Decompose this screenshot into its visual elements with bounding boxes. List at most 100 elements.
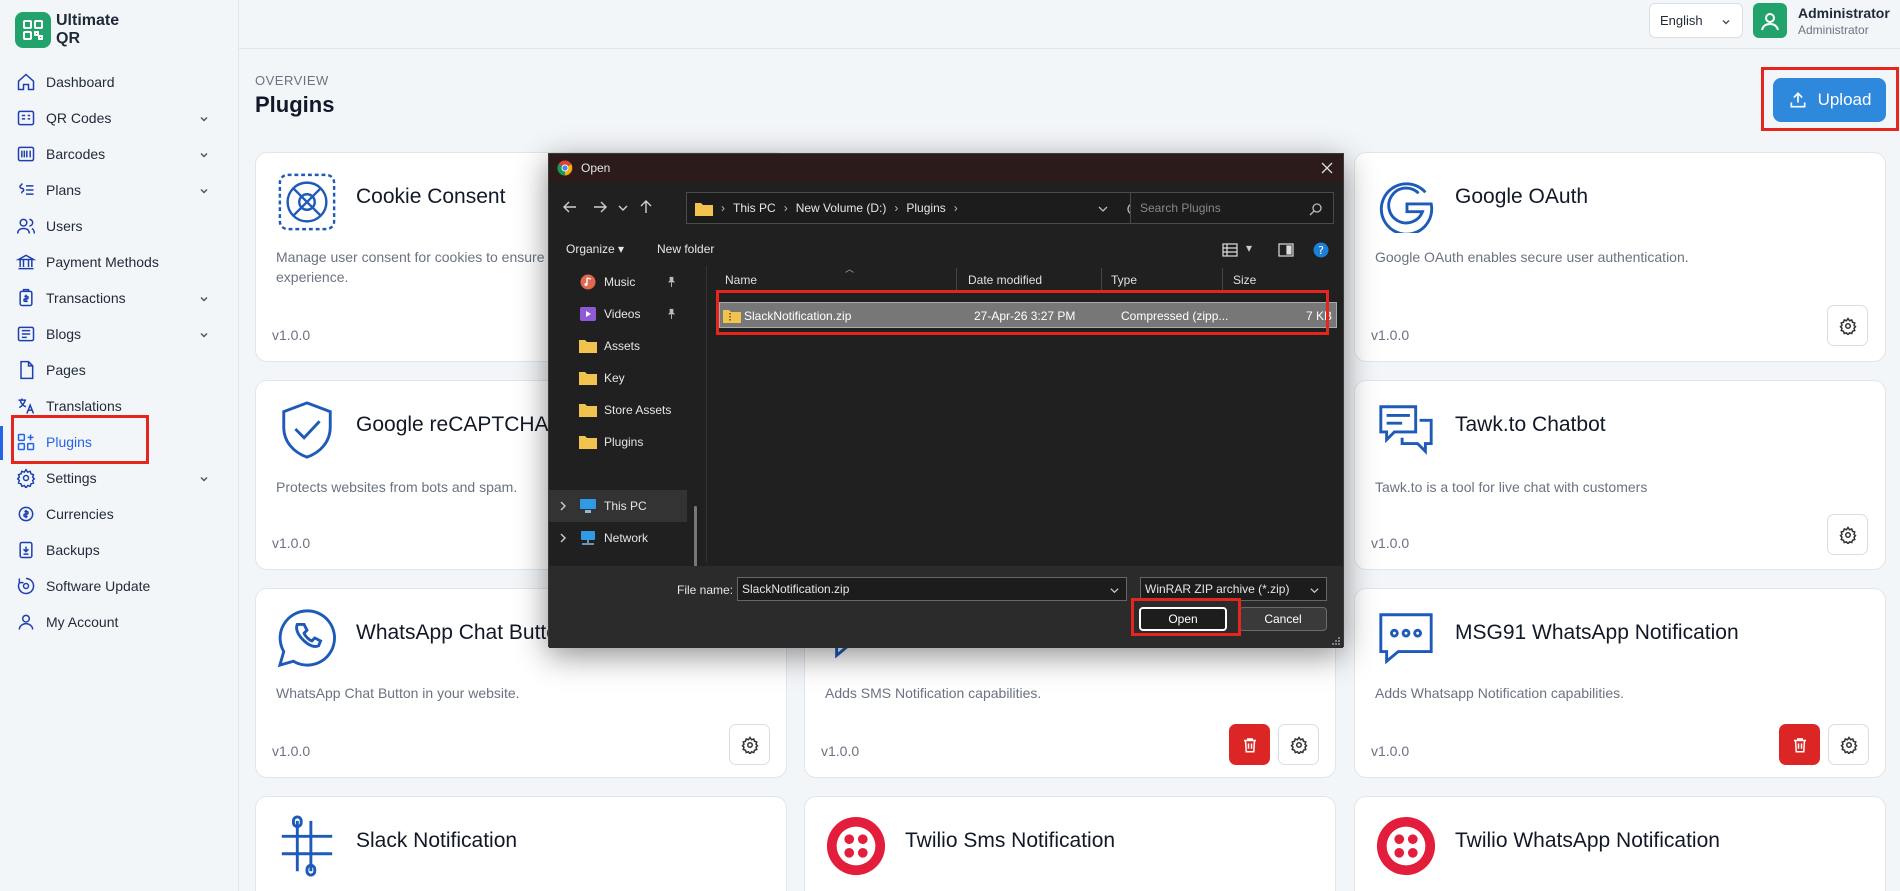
upload-button[interactable]: Upload [1773,78,1886,122]
sidebar-item-blogs[interactable]: Blogs [12,316,216,352]
tree-item-key[interactable]: Key [549,362,687,394]
column-type[interactable]: Type [1103,268,1223,292]
sidebar-item-translations[interactable]: Translations [12,388,216,424]
chevron-right-icon[interactable] [558,532,568,544]
plugins-icon [17,433,35,451]
tree-item-label: Plugins [604,435,644,449]
file-type-value: WinRAR ZIP archive (*.zip) [1145,582,1290,596]
delete-button[interactable] [1779,724,1820,765]
view-dropdown-icon[interactable]: ▾ [1246,241,1252,255]
tree-item-label: Music [604,275,636,289]
chevron-right-icon[interactable] [558,500,568,512]
navigation-pane: Music Videos Assets Key Store Assets Plu… [549,266,699,626]
help-icon[interactable]: ? [1313,242,1329,258]
address-bar[interactable]: › This PC › New Volume (D:) › Plugins › [686,192,1148,224]
tree-item-this-pc[interactable]: This PC [549,490,687,522]
chat-bubbles-icon [1379,405,1433,455]
sidebar-item-label: Backups [46,542,100,558]
cancel-button[interactable]: Cancel [1239,607,1327,631]
user-role: Administrator [1798,23,1869,37]
sidebar-item-label: Payment Methods [46,254,159,270]
column-name[interactable]: Name [717,268,957,292]
tree-item-videos[interactable]: Videos [549,298,687,330]
sidebar-item-backups[interactable]: Backups [12,532,216,568]
tree-item-label: Key [604,371,625,385]
search-input[interactable]: Search Plugins [1130,192,1334,224]
plugin-description: Tawk.to is a tool for live chat with cus… [1375,479,1648,495]
tree-item-music[interactable]: Music [549,266,687,298]
column-label: Name [725,273,758,287]
plugin-title: MSG91 WhatsApp Notification [1455,621,1739,644]
sidebar-item-transactions[interactable]: Transactions [12,280,216,316]
sidebar-item-label: Transactions [46,290,126,306]
back-arrow-icon[interactable] [561,198,579,216]
sidebar-item-qr-codes[interactable]: QR Codes [12,100,216,136]
settings-button[interactable] [1278,724,1319,765]
forward-arrow-icon[interactable] [591,198,609,216]
sidebar-item-software-update[interactable]: Software Update [12,568,216,604]
plugin-card-google-oauth: Google OAuth Google OAuth enables secure… [1354,152,1886,362]
breadcrumb-plugins[interactable]: Plugins [906,201,945,215]
organize-menu[interactable]: Organize ▾ [566,242,624,256]
plugin-version: v1.0.0 [272,535,311,551]
language-select[interactable]: English [1649,3,1743,38]
sidebar-item-pages[interactable]: Pages [12,352,216,388]
settings-button[interactable] [1828,724,1869,765]
sidebar-item-plugins[interactable]: Plugins [0,424,216,460]
view-list-icon[interactable] [1222,242,1238,258]
preview-pane-icon[interactable] [1278,242,1294,258]
videos-icon [580,307,596,321]
delete-button[interactable] [1229,724,1270,765]
chevron-down-icon [1722,19,1730,25]
dialog-titlebar[interactable]: Open [549,154,1343,182]
settings-button[interactable] [1827,514,1868,555]
sidebar-item-currencies[interactable]: Currencies [12,496,216,532]
sidebar-item-label: Plugins [46,434,92,450]
sidebar-item-plans[interactable]: Plans [12,172,216,208]
column-label: Type [1111,273,1138,287]
sidebar-item-my-account[interactable]: My Account [12,604,216,640]
up-arrow-icon[interactable] [637,198,655,216]
plugin-card-twilio-sms: Twilio Sms Notification [804,796,1336,891]
file-type-select[interactable]: WinRAR ZIP archive (*.zip) [1140,577,1327,601]
tree-item-plugins[interactable]: Plugins [549,426,687,458]
breadcrumb-this-pc[interactable]: This PC [733,201,776,215]
tree-item-assets[interactable]: Assets [549,330,687,362]
sidebar-item-settings[interactable]: Settings [12,460,216,496]
tree-item-store-assets[interactable]: Store Assets [549,394,687,426]
tree-item-label: Videos [604,307,641,321]
sidebar-item-payment-methods[interactable]: Payment Methods [12,244,216,280]
open-button[interactable]: Open [1139,607,1227,631]
sidebar-item-users[interactable]: Users [12,208,216,244]
user-name[interactable]: Administrator [1798,5,1890,21]
tree-item-network[interactable]: Network [549,522,687,554]
gear-icon [1838,316,1857,335]
navigation-bar: › This PC › New Volume (D:) › Plugins › … [549,192,1343,224]
chevron-down-icon[interactable] [1109,585,1120,596]
breadcrumb-new-volume[interactable]: New Volume (D:) [796,201,887,215]
new-folder-button[interactable]: New folder [657,242,714,256]
settings-button[interactable] [729,724,770,765]
close-button[interactable] [1317,158,1337,178]
column-label: Date modified [968,273,1043,287]
backup-icon [19,541,33,559]
file-list: Name ︿ Date modified Type Size SlackNoti… [707,264,1344,562]
sidebar-item-barcodes[interactable]: Barcodes [12,136,216,172]
sidebar-item-label: Settings [46,470,97,486]
file-row-selected[interactable]: SlackNotification.zip 27-Apr-26 3:27 PM … [719,302,1337,328]
file-size: 7 KB [1305,309,1332,323]
chevron-down-icon [200,152,208,158]
file-name-input[interactable]: SlackNotification.zip [737,577,1127,601]
recent-chevron-icon[interactable] [617,198,629,216]
gear-icon [1289,735,1308,754]
column-size[interactable]: Size [1225,268,1305,292]
chrome-icon [557,160,573,176]
folder-icon [579,340,597,353]
chevron-down-icon[interactable] [1097,203,1109,215]
avatar[interactable] [1753,3,1787,38]
column-date-modified[interactable]: Date modified [960,268,1102,292]
resize-grip-icon[interactable] [1331,636,1341,646]
brand[interactable]: Ultimate QR [15,12,136,48]
settings-button[interactable] [1827,305,1868,346]
sidebar-item-dashboard[interactable]: Dashboard [12,64,216,100]
